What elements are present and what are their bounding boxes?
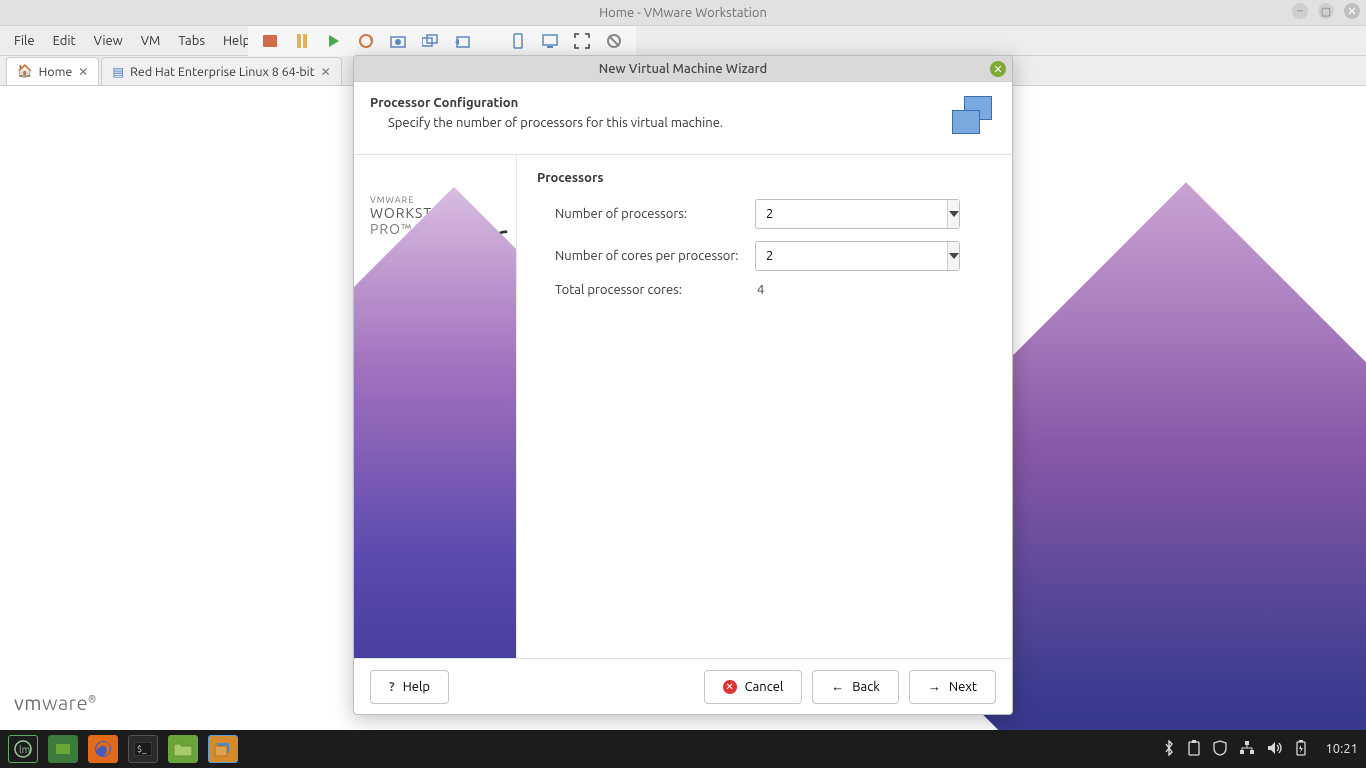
total-cores-value: 4 <box>755 283 764 297</box>
power-off-icon[interactable] <box>260 32 280 50</box>
svg-text:lm: lm <box>19 744 30 755</box>
cores-per-processor-input[interactable] <box>756 242 947 270</box>
close-icon[interactable]: ✕ <box>78 65 88 79</box>
minimize-button[interactable]: – <box>1292 3 1308 19</box>
tab-label: Home <box>39 65 73 79</box>
vmware-taskbar-button[interactable] <box>208 735 238 763</box>
window-controls: – ▢ ✕ <box>1292 3 1360 19</box>
taskbar-launchers: lm $_ <box>8 735 238 763</box>
wizard-step-title: Processor Configuration <box>370 96 723 110</box>
device-icon[interactable] <box>508 32 528 50</box>
unity-icon[interactable] <box>604 32 624 50</box>
tab-label: Red Hat Enterprise Linux 8 64-bit <box>130 65 314 79</box>
pause-icon[interactable] <box>292 32 312 50</box>
num-processors-combobox[interactable] <box>755 199 960 229</box>
total-cores-label: Total processor cores: <box>555 283 755 297</box>
vmware-brand: vmware® <box>14 691 97 714</box>
system-tray: 10:21 <box>1163 740 1358 759</box>
cores-per-processor-combobox[interactable] <box>755 241 960 271</box>
menu-file[interactable]: File <box>6 30 43 52</box>
new-vm-wizard-dialog: New Virtual Machine Wizard ✕ Processor C… <box>353 55 1013 715</box>
chevron-down-icon[interactable] <box>947 242 959 270</box>
menu-vm[interactable]: VM <box>133 30 169 52</box>
monitor-icon[interactable] <box>540 32 560 50</box>
tab-home[interactable]: 🏠 Home ✕ <box>6 57 99 85</box>
next-button[interactable]: → Next <box>909 670 996 704</box>
files-launcher[interactable] <box>168 735 198 763</box>
svg-text:$_: $_ <box>137 744 147 754</box>
show-desktop-button[interactable] <box>48 735 78 763</box>
vm-icon: ▤ <box>112 64 124 79</box>
network-icon[interactable] <box>1239 741 1255 758</box>
back-button[interactable]: ← Back <box>812 670 899 704</box>
tab-rhel[interactable]: ▤ Red Hat Enterprise Linux 8 64-bit ✕ <box>101 57 341 85</box>
dialog-main: Processors Number of processors: Number … <box>517 155 1012 658</box>
cancel-icon: ✕ <box>723 680 737 694</box>
question-icon: ? <box>389 680 395 694</box>
dialog-sidebar: VMWARE WORKSTATION PRO™ 16 <box>354 155 517 658</box>
total-cores-row: Total processor cores: 4 <box>537 283 992 297</box>
sidebar-decoration <box>354 187 517 658</box>
dialog-title: New Virtual Machine Wizard <box>599 62 767 76</box>
cores-per-processor-row: Number of cores per processor: <box>537 241 992 271</box>
menu-tabs[interactable]: Tabs <box>170 30 213 52</box>
clipboard-icon[interactable] <box>1187 740 1201 759</box>
titlebar[interactable]: Home - VMware Workstation – ▢ ✕ <box>0 0 1366 26</box>
battery-icon[interactable] <box>1295 740 1307 759</box>
help-button[interactable]: ? Help <box>370 670 449 704</box>
processors-section-title: Processors <box>537 171 992 185</box>
num-processors-label: Number of processors: <box>555 207 755 221</box>
menubar: File Edit View VM Tabs Help <box>0 26 1366 56</box>
close-icon[interactable]: ✕ <box>321 65 331 79</box>
wizard-step-subtitle: Specify the number of processors for thi… <box>370 116 723 130</box>
dialog-titlebar[interactable]: New Virtual Machine Wizard ✕ <box>354 56 1012 82</box>
snapshot-manager-icon[interactable] <box>420 32 440 50</box>
arrow-right-icon: → <box>928 679 941 694</box>
processor-icon <box>952 96 996 140</box>
dialog-header: Processor Configuration Specify the numb… <box>354 82 1012 155</box>
menu-edit[interactable]: Edit <box>45 30 84 52</box>
menu-view[interactable]: View <box>86 30 131 52</box>
num-processors-row: Number of processors: <box>537 199 992 229</box>
play-icon[interactable] <box>324 32 344 50</box>
arrow-left-icon: ← <box>831 679 844 694</box>
dialog-close-button[interactable]: ✕ <box>990 61 1006 77</box>
cores-per-processor-label: Number of cores per processor: <box>555 249 755 263</box>
bluetooth-icon[interactable] <box>1163 740 1175 759</box>
dialog-footer: ? Help ✕ Cancel ← Back → Next <box>354 658 1012 714</box>
chevron-down-icon[interactable] <box>947 200 959 228</box>
volume-icon[interactable] <box>1267 741 1283 758</box>
home-icon: 🏠 <box>17 64 33 79</box>
snapshot-icon[interactable] <box>388 32 408 50</box>
cancel-button[interactable]: ✕ Cancel <box>704 670 803 704</box>
taskbar: lm $_ 10:21 <box>0 730 1366 768</box>
revert-icon[interactable] <box>452 32 472 50</box>
fullscreen-icon[interactable] <box>572 32 592 50</box>
restart-icon[interactable] <box>356 32 376 50</box>
firefox-launcher[interactable] <box>88 735 118 763</box>
close-button[interactable]: ✕ <box>1344 3 1360 19</box>
shield-icon[interactable] <box>1213 740 1227 759</box>
terminal-launcher[interactable]: $_ <box>128 735 158 763</box>
clock[interactable]: 10:21 <box>1325 742 1358 756</box>
num-processors-input[interactable] <box>756 200 947 228</box>
window-title: Home - VMware Workstation <box>599 6 767 20</box>
toolbar <box>248 26 636 56</box>
start-menu-button[interactable]: lm <box>8 735 38 763</box>
maximize-button[interactable]: ▢ <box>1318 3 1334 19</box>
dialog-body: VMWARE WORKSTATION PRO™ 16 Processors Nu… <box>354 155 1012 658</box>
